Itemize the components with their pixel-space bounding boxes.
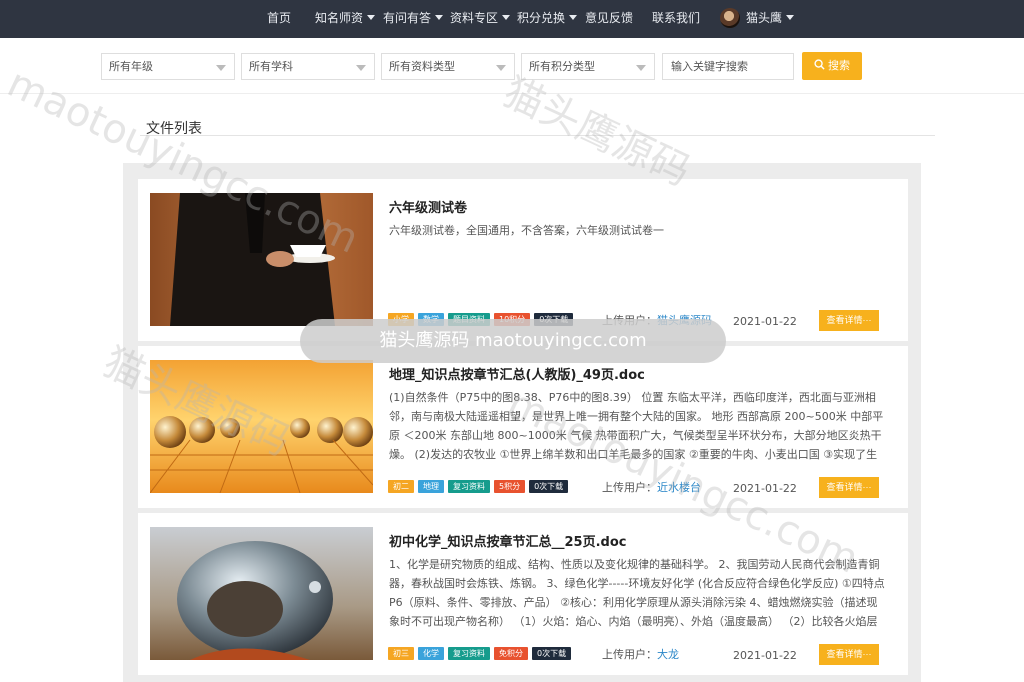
file-title[interactable]: 初中化学_知识点按章节汇总__25页.doc — [389, 531, 626, 550]
chevron-down-icon — [786, 15, 795, 20]
downloads-tag: 0次下载 — [532, 647, 572, 660]
chevron-down-icon — [367, 15, 376, 20]
nav-teachers[interactable]: 知名师资 — [315, 0, 376, 38]
nav-materials[interactable]: 资料专区 — [450, 0, 511, 38]
top-nav: 首页 知名师资 有问有答 资料专区 积分兑换 意见反馈 联系我们 猫头鹰 — [0, 0, 1024, 38]
grade-tag: 初三 — [388, 647, 414, 660]
keyword-search-input[interactable] — [662, 53, 794, 80]
type-tag: 复习资料 — [448, 647, 490, 660]
file-description: (1)自然条件（P75中的图8.38、P76中的图8.39） 位置 东临太平洋，… — [389, 391, 884, 461]
search-button[interactable]: 搜索 — [802, 52, 862, 80]
chevron-down-icon — [216, 65, 226, 71]
file-thumbnail[interactable] — [150, 360, 373, 493]
file-title[interactable]: 地理_知识点按章节汇总(人教版)_49页.doc — [389, 364, 645, 383]
type-tag: 复习资料 — [448, 480, 490, 493]
uploader: 上传用户：近水楼台 — [602, 481, 701, 494]
uploader: 上传用户：大龙 — [602, 648, 679, 661]
file-thumbnail[interactable] — [150, 527, 373, 660]
file-description: 六年级测试卷，全国通用，不含答案，六年级测试试卷一 — [389, 224, 664, 237]
avatar[interactable] — [720, 8, 740, 28]
tag-group: 初三 化学 复习资料 免积分 0次下载 — [388, 647, 575, 660]
subject-select[interactable]: 所有学科 — [241, 53, 375, 80]
upload-date: 2021-01-22 — [733, 315, 797, 328]
divider — [140, 135, 935, 136]
chevron-down-icon — [502, 15, 511, 20]
nav-points[interactable]: 积分兑换 — [517, 0, 578, 38]
material-type-select[interactable]: 所有资料类型 — [381, 53, 515, 80]
user-menu[interactable]: 猫头鹰 — [746, 0, 795, 38]
nav-feedback[interactable]: 意见反馈 — [585, 0, 633, 38]
view-details-button[interactable]: 查看详情··· — [819, 644, 879, 665]
file-thumbnail[interactable] — [150, 193, 373, 326]
subject-tag: 化学 — [418, 647, 444, 660]
nav-home[interactable]: 首页 — [267, 0, 291, 38]
filter-bar: 所有年级 所有学科 所有资料类型 所有积分类型 搜索 — [0, 38, 1024, 94]
list-item: 初中化学_知识点按章节汇总__25页.doc 1、化学是研究物质的组成、结构、性… — [138, 513, 908, 675]
chevron-down-icon — [496, 65, 506, 71]
uploader-link[interactable]: 大龙 — [657, 648, 679, 661]
list-item: 六年级测试卷 六年级测试卷，全国通用，不含答案，六年级测试试卷一 小学数学题目资… — [138, 179, 908, 341]
watermark-banner: 猫头鹰源码 maotouyingcc.com — [300, 319, 726, 363]
chevron-down-icon — [435, 15, 444, 20]
search-icon — [814, 59, 825, 70]
points-type-select[interactable]: 所有积分类型 — [521, 53, 655, 80]
view-details-button[interactable]: 查看详情··· — [819, 310, 879, 331]
grade-select[interactable]: 所有年级 — [101, 53, 235, 80]
view-details-button[interactable]: 查看详情··· — [819, 477, 879, 498]
tag-group: 初二 地理 复习资料 5积分 0次下载 — [388, 480, 572, 493]
nav-qa[interactable]: 有问有答 — [383, 0, 444, 38]
file-description: 1、化学是研究物质的组成、结构、性质以及变化规律的基础科学。 2、我国劳动人民商… — [389, 558, 885, 628]
downloads-tag: 0次下载 — [529, 480, 569, 493]
upload-date: 2021-01-22 — [733, 482, 797, 495]
points-tag: 5积分 — [494, 480, 526, 493]
nav-contact[interactable]: 联系我们 — [652, 0, 700, 38]
points-tag: 免积分 — [494, 647, 528, 660]
list-item: 地理_知识点按章节汇总(人教版)_49页.doc (1)自然条件（P75中的图8… — [138, 346, 908, 508]
chevron-down-icon — [569, 15, 578, 20]
uploader-link[interactable]: 近水楼台 — [657, 481, 701, 494]
file-title[interactable]: 六年级测试卷 — [389, 197, 467, 216]
chevron-down-icon — [356, 65, 366, 71]
subject-tag: 地理 — [418, 480, 444, 493]
chevron-down-icon — [636, 65, 646, 71]
upload-date: 2021-01-22 — [733, 649, 797, 662]
grade-tag: 初二 — [388, 480, 414, 493]
